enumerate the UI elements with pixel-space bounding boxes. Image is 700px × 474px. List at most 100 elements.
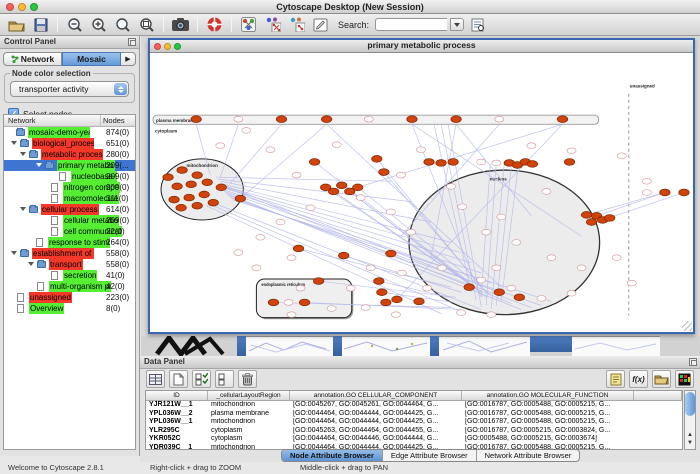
selected-network-node[interactable] bbox=[313, 278, 323, 285]
network-node[interactable] bbox=[356, 195, 365, 201]
network-view-icon[interactable] bbox=[238, 15, 259, 34]
selected-network-node[interactable] bbox=[407, 116, 417, 123]
tab-edge-attribute-browser[interactable]: Edge Attribute Browser bbox=[383, 450, 477, 461]
table-column-header[interactable]: _cellularLayoutRegion bbox=[208, 391, 290, 400]
zoom-in-icon[interactable] bbox=[88, 15, 109, 34]
network-node[interactable] bbox=[617, 153, 626, 159]
float-panel-icon[interactable] bbox=[128, 38, 136, 46]
network-node[interactable] bbox=[287, 255, 296, 261]
network-node[interactable] bbox=[512, 240, 521, 246]
selected-network-node[interactable] bbox=[392, 296, 402, 303]
function-builder-icon[interactable]: f(x) bbox=[629, 370, 648, 388]
network-node[interactable] bbox=[292, 172, 301, 178]
tree-row[interactable]: metabolic process280(0) bbox=[4, 149, 135, 160]
expand-arrow-icon[interactable] bbox=[20, 207, 26, 211]
tree-row[interactable]: cell communicat22(0) bbox=[4, 226, 135, 237]
expand-arrow-icon[interactable] bbox=[20, 152, 26, 156]
selected-network-node[interactable] bbox=[527, 161, 537, 168]
selected-network-node[interactable] bbox=[381, 299, 391, 306]
selected-network-node[interactable] bbox=[464, 284, 474, 291]
search-dropdown-icon[interactable] bbox=[450, 18, 464, 31]
selected-network-node[interactable] bbox=[604, 215, 614, 222]
selected-network-node[interactable] bbox=[299, 299, 309, 306]
selected-network-node[interactable] bbox=[176, 204, 186, 211]
float-panel-icon[interactable] bbox=[689, 358, 697, 366]
selected-network-node[interactable] bbox=[557, 116, 567, 123]
selected-network-node[interactable] bbox=[184, 194, 194, 201]
tab-node-attribute-browser[interactable]: Node Attribute Browser bbox=[282, 450, 383, 461]
tree-row[interactable]: biological_process651(0) bbox=[4, 138, 135, 149]
network-node[interactable] bbox=[386, 209, 395, 215]
network-node[interactable] bbox=[287, 312, 296, 318]
network-node[interactable] bbox=[447, 184, 456, 190]
selected-network-node[interactable] bbox=[186, 181, 196, 188]
selected-network-node[interactable] bbox=[293, 245, 303, 252]
tree-row[interactable]: establishment of lo558(0) bbox=[4, 248, 135, 259]
table-column-header[interactable]: annotation.GO MOLECULAR_FUNCTION bbox=[462, 391, 634, 400]
tab-network[interactable]: Network bbox=[3, 52, 62, 66]
network-edge[interactable] bbox=[603, 192, 684, 219]
tree-column-nodes[interactable]: Nodes bbox=[101, 115, 135, 126]
delete-attribute-icon[interactable] bbox=[238, 370, 257, 388]
plasma-membrane-region[interactable] bbox=[153, 115, 599, 124]
selected-network-node[interactable] bbox=[586, 219, 596, 226]
help-icon[interactable] bbox=[204, 15, 225, 34]
selected-network-node[interactable] bbox=[216, 184, 226, 191]
tree-column-network[interactable]: Network bbox=[4, 115, 101, 126]
network-node[interactable] bbox=[627, 280, 636, 286]
selected-network-node[interactable] bbox=[372, 156, 382, 163]
selected-network-node[interactable] bbox=[177, 167, 187, 174]
network-node[interactable] bbox=[577, 265, 586, 271]
network-node[interactable] bbox=[482, 229, 491, 235]
selected-network-node[interactable] bbox=[268, 299, 278, 306]
network-node[interactable] bbox=[361, 305, 370, 311]
network-node[interactable] bbox=[332, 142, 341, 148]
attribute-table[interactable]: ID_cellularLayoutRegionannotation.GO CEL… bbox=[145, 390, 683, 450]
tree-row[interactable]: macromolecule311(0) bbox=[4, 193, 135, 204]
table-column-header[interactable]: ID bbox=[146, 391, 208, 400]
network-node[interactable] bbox=[234, 250, 243, 256]
network-node[interactable] bbox=[396, 172, 405, 178]
network-node[interactable] bbox=[457, 310, 466, 316]
tree-row[interactable]: cellular process614(0) bbox=[4, 204, 135, 215]
tree-row[interactable]: response to stimulu264(0) bbox=[4, 237, 135, 248]
table-row[interactable]: YPL036W__1mitochondrion[GO:0044464, GO:0… bbox=[146, 418, 682, 427]
expand-arrow-icon[interactable] bbox=[28, 262, 34, 266]
unselect-attributes-icon[interactable] bbox=[215, 370, 234, 388]
network-node[interactable] bbox=[477, 159, 486, 165]
tab-network-attribute-browser[interactable]: Network Attribute Browser bbox=[477, 450, 580, 461]
selected-network-node[interactable] bbox=[191, 116, 201, 123]
close-icon[interactable] bbox=[154, 43, 161, 50]
network-node[interactable] bbox=[327, 306, 336, 312]
network-edge[interactable] bbox=[597, 192, 665, 215]
network-edge[interactable] bbox=[216, 177, 391, 181]
resize-grip[interactable] bbox=[682, 321, 692, 331]
network-node[interactable] bbox=[542, 189, 551, 195]
selected-network-node[interactable] bbox=[448, 159, 458, 166]
zoom-fit-icon[interactable] bbox=[136, 15, 157, 34]
scrollbar-thumb[interactable] bbox=[685, 392, 695, 416]
network-node[interactable] bbox=[567, 148, 576, 154]
table-row[interactable]: YLR295Ccytoplasm[GO:0045263, GO:0044464,… bbox=[146, 427, 682, 436]
tree-row[interactable]: primary metabo209(... bbox=[4, 160, 135, 171]
network-node[interactable] bbox=[366, 265, 375, 271]
network-canvas[interactable]: plasma membranecytoplasmmitochondrionnuc… bbox=[150, 53, 693, 332]
selected-network-node[interactable] bbox=[436, 160, 446, 167]
select-attributes-icon[interactable] bbox=[192, 370, 211, 388]
tree-row[interactable]: cellular metabo209(0) bbox=[4, 215, 135, 226]
selected-network-node[interactable] bbox=[328, 188, 338, 195]
network-node[interactable] bbox=[256, 234, 265, 240]
network-node[interactable] bbox=[216, 143, 225, 149]
table-row[interactable]: YPL036W__2plasma membrane[GO:0044464, GO… bbox=[146, 410, 682, 419]
open-session-icon[interactable] bbox=[6, 15, 27, 34]
snapshot-icon[interactable] bbox=[170, 15, 191, 34]
network-node[interactable] bbox=[612, 255, 621, 261]
network-node[interactable] bbox=[266, 147, 275, 153]
network-window-titlebar[interactable]: primary metabolic process bbox=[150, 40, 693, 53]
zoom-out-icon[interactable] bbox=[64, 15, 85, 34]
network-node[interactable] bbox=[497, 214, 506, 220]
selected-network-node[interactable] bbox=[353, 184, 363, 191]
network-node[interactable] bbox=[642, 178, 651, 184]
expand-arrow-icon[interactable] bbox=[36, 163, 42, 167]
tree-row[interactable]: Overview8(0) bbox=[4, 303, 135, 314]
